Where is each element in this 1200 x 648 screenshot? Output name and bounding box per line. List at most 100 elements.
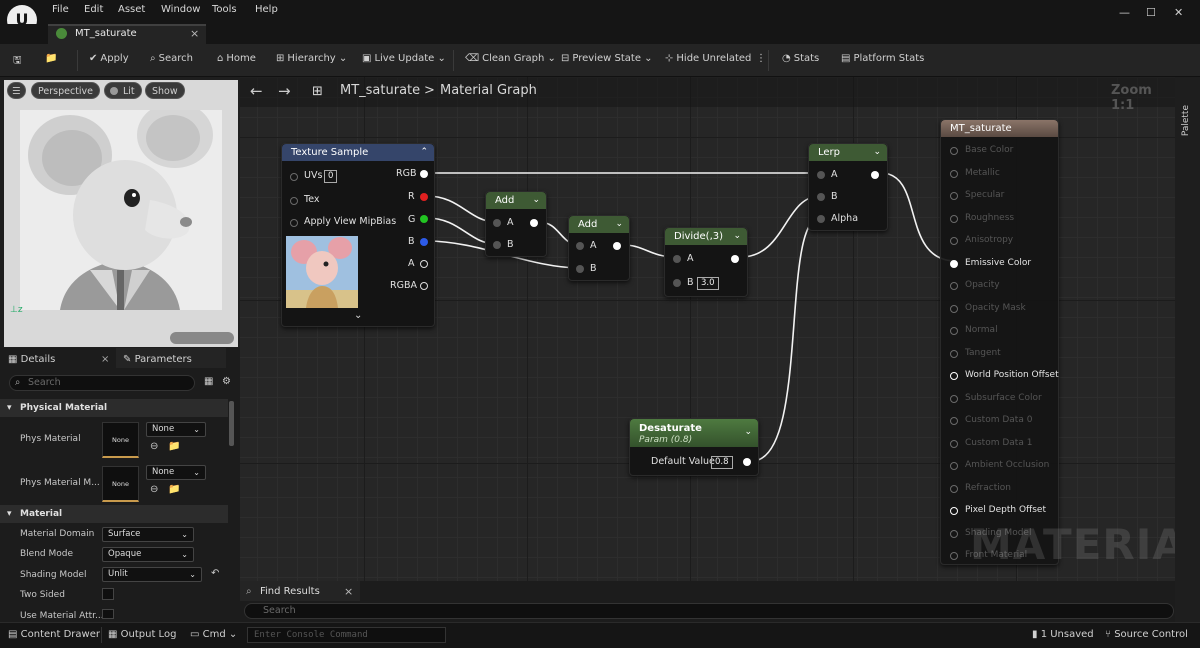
node-header[interactable]: Lerp ⌄ [809, 144, 887, 161]
material-input-pin[interactable] [950, 484, 958, 493]
mipbias-pin[interactable] [290, 219, 298, 227]
details-scrollbar[interactable] [229, 401, 234, 446]
material-input-pin[interactable] [950, 507, 958, 515]
menu-help[interactable]: Help [255, 4, 278, 15]
document-tab[interactable]: MT_saturate × [48, 24, 206, 44]
details-search-input[interactable]: ⌕ Search [9, 375, 195, 391]
material-input-pin[interactable] [950, 282, 958, 290]
divide-b-value-box[interactable]: 3.0 [697, 277, 719, 290]
source-control-button[interactable]: ⑂ Source Control [1105, 629, 1188, 640]
unsaved-indicator[interactable]: ▮ 1 Unsaved [1032, 629, 1094, 640]
node-header[interactable]: Desaturate Param (0.8) ⌄ [630, 419, 758, 447]
rgba-pin[interactable] [420, 282, 428, 290]
tex-pin[interactable] [290, 197, 298, 205]
node-header[interactable]: Add ⌄ [569, 216, 629, 233]
uvs-pin[interactable] [290, 173, 298, 181]
menu-window[interactable]: Window [161, 4, 200, 15]
material-input-pin[interactable] [950, 552, 958, 560]
hierarchy-button[interactable]: ⊞ Hierarchy ⌄ [276, 53, 347, 64]
content-drawer-button[interactable]: ▤ Content Drawer [8, 629, 100, 640]
phys-material-map-combo[interactable]: None ⌄ [146, 465, 206, 480]
details-close-icon[interactable]: × [101, 354, 109, 365]
minimize-icon[interactable]: — [1119, 6, 1130, 19]
apply-button[interactable]: ✔ Apply [89, 53, 129, 64]
add2-b-pin[interactable] [576, 265, 584, 273]
material-input-pin[interactable] [950, 462, 958, 470]
blend-mode-combo[interactable]: Opaque ⌄ [102, 547, 194, 562]
close-window-icon[interactable]: ✕ [1174, 6, 1183, 19]
grid-view-icon[interactable]: ▦ [204, 376, 213, 387]
output-log-button[interactable]: ▦ Output Log [108, 629, 176, 640]
hide-unrelated-button[interactable]: ⊹ Hide Unrelated [665, 53, 751, 64]
preview-viewport[interactable]: ☰ Perspective Lit Show ⊥z [4, 80, 238, 347]
material-input-pin[interactable] [950, 327, 958, 335]
clean-graph-button[interactable]: ⌫ Clean Graph ⌄ [465, 53, 556, 64]
more-options-icon[interactable]: ⋮ [756, 53, 766, 64]
cmd-dropdown[interactable]: ▭ Cmd ⌄ [190, 629, 237, 640]
node-header[interactable]: Add ⌄ [486, 192, 546, 209]
hierarchy-graph-icon[interactable]: ⊞ [312, 84, 323, 99]
browse-icon[interactable]: 📁 [168, 441, 180, 452]
desaturate-param-node[interactable]: Desaturate Param (0.8) ⌄ Default Value 0… [629, 418, 759, 476]
lerp-b-pin[interactable] [817, 193, 825, 201]
material-input-pin[interactable] [950, 372, 958, 380]
material-graph-canvas[interactable]: Texture Sample ⌃ UVs 0 Tex Apply View Mip… [240, 77, 1175, 581]
use-asset-icon[interactable]: ⊖ [150, 484, 158, 495]
desaturate-output-pin[interactable] [743, 458, 751, 466]
use-asset-icon[interactable]: ⊖ [150, 441, 158, 452]
add1-a-pin[interactable] [493, 219, 501, 227]
add2-a-pin[interactable] [576, 242, 584, 250]
lerp-output-pin[interactable] [871, 171, 879, 179]
material-input-pin[interactable] [950, 394, 958, 403]
find-results-search-input[interactable]: Search [244, 603, 1174, 619]
menu-tools[interactable]: Tools [212, 4, 237, 15]
phys-material-combo[interactable]: None ⌄ [146, 422, 206, 437]
settings-icon[interactable]: ⚙ [222, 376, 231, 387]
lerp-a-pin[interactable] [817, 171, 825, 179]
divide-node[interactable]: Divide(,3) ⌄ A B 3.0 [664, 227, 748, 297]
material-input-pin[interactable] [950, 529, 958, 538]
uvs-value-box[interactable]: 0 [324, 170, 338, 183]
two-sided-checkbox[interactable] [102, 588, 114, 600]
tab-details[interactable]: ▦ Details [8, 354, 55, 365]
palette-tab[interactable]: Palette [1181, 105, 1191, 136]
chevron-down-icon[interactable]: ⌄ [873, 144, 881, 161]
chevron-down-icon[interactable]: ⌄ [532, 192, 540, 209]
preview-state-button[interactable]: ⊟ Preview State ⌄ [561, 53, 653, 64]
console-input[interactable]: Enter Console Command [247, 627, 446, 643]
use-material-attr-checkbox[interactable] [102, 609, 114, 619]
add1-b-pin[interactable] [493, 241, 501, 249]
material-input-pin[interactable] [950, 237, 958, 245]
maximize-icon[interactable]: ☐ [1146, 6, 1156, 19]
g-pin[interactable] [420, 215, 428, 223]
breadcrumb-asset[interactable]: MT_saturate [340, 83, 420, 98]
phys-material-map-thumbnail[interactable]: None [102, 466, 139, 502]
phys-material-thumbnail[interactable]: None [102, 422, 139, 458]
chevron-down-icon[interactable]: ⌄ [615, 216, 623, 233]
material-input-pin[interactable] [950, 214, 958, 223]
material-input-pin[interactable] [950, 147, 958, 155]
node-header[interactable]: MT_saturate [941, 120, 1058, 137]
section-material[interactable]: ▾ Material [0, 505, 228, 523]
chevron-down-icon[interactable]: ⌄ [733, 228, 741, 245]
collapse-icon[interactable]: ⌃ [420, 144, 428, 161]
stats-button[interactable]: ◔ Stats [782, 53, 819, 64]
tab-close-icon[interactable]: × [190, 27, 199, 40]
add-node-1[interactable]: Add ⌄ A B [485, 191, 547, 257]
r-pin[interactable] [420, 193, 428, 201]
platform-stats-button[interactable]: ▤ Platform Stats [841, 53, 924, 64]
find-results-tab[interactable]: Find Results [260, 586, 320, 597]
material-domain-combo[interactable]: Surface ⌄ [102, 527, 194, 542]
add-node-2[interactable]: Add ⌄ A B [568, 215, 630, 281]
material-input-pin[interactable] [950, 169, 958, 178]
node-header[interactable]: Divide(,3) ⌄ [665, 228, 747, 245]
browse-asset-icon[interactable]: 📁 [45, 53, 57, 64]
browse-icon[interactable]: 📁 [168, 484, 180, 495]
material-input-pin[interactable] [950, 259, 958, 268]
texture-sample-node[interactable]: Texture Sample ⌃ UVs 0 Tex Apply View Mip… [281, 143, 435, 327]
shading-model-combo[interactable]: Unlit ⌄ [102, 567, 202, 582]
b-pin[interactable] [420, 238, 428, 246]
menu-file[interactable]: File [52, 4, 69, 15]
default-value-box[interactable]: 0.8 [711, 456, 733, 469]
menu-asset[interactable]: Asset [118, 4, 145, 15]
